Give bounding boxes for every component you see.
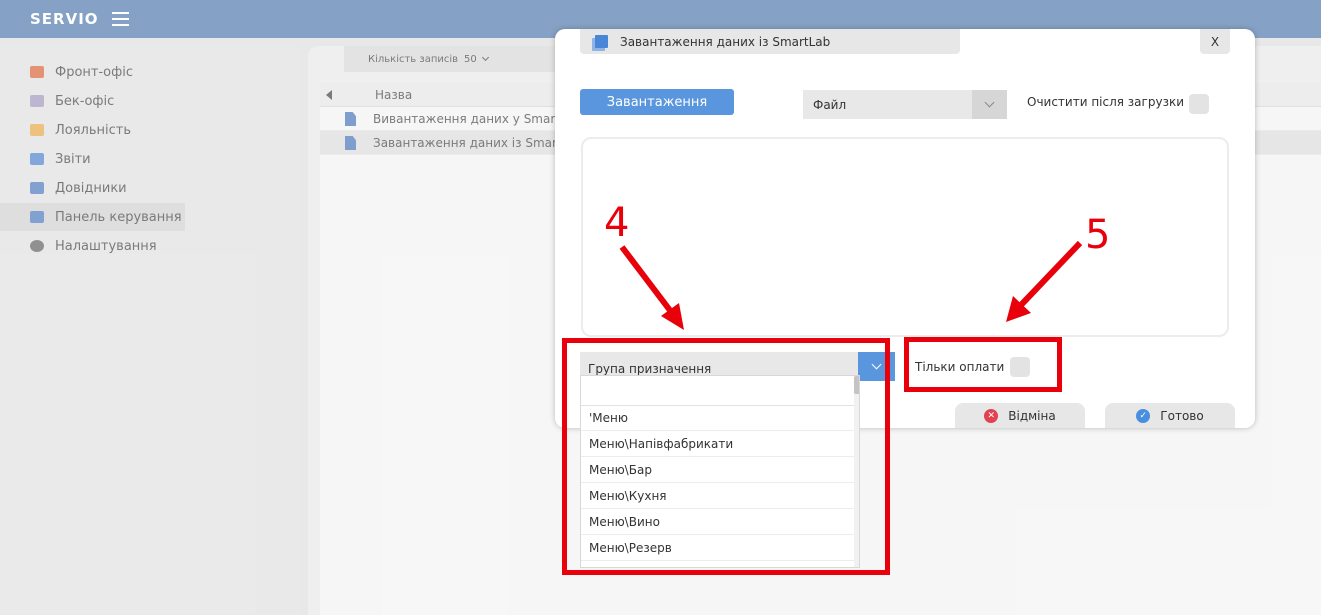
arrow-5-line xyxy=(1018,240,1083,308)
arrow-4-line xyxy=(619,245,675,315)
annotation-arrows xyxy=(619,240,1083,330)
